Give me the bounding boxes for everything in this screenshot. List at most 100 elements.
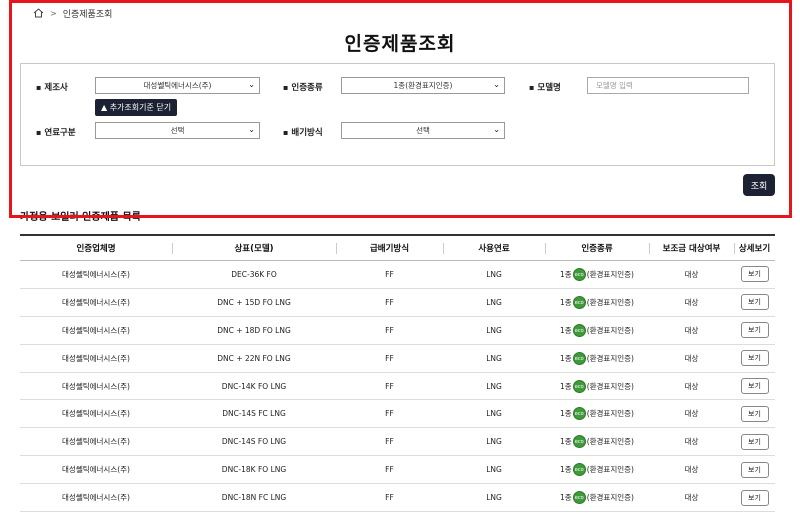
exhaust-select-value: 선택 (416, 126, 430, 135)
fuel-label: 연료구분 (36, 126, 75, 138)
header-subsidy: 보조금 대상여부 (649, 234, 734, 261)
cert-prefix: 1종 (560, 297, 572, 307)
cert-cell: 1종 eco (환경표지인증) (545, 372, 649, 401)
eco-label-icon: eco (572, 491, 586, 505)
fuel-cell: LNG (443, 483, 545, 513)
view-button[interactable]: 보기 (740, 461, 769, 478)
model-cell: DNC + 22N FO LNG (172, 344, 336, 373)
subsidy-cell: 대상 (649, 316, 734, 345)
detail-cell: 보기 (734, 288, 775, 317)
company-cell: 대성쎌틱에너시스(주) (20, 372, 172, 401)
subsidy-cell: 대상 (649, 372, 734, 401)
exhaust-cell: FF (336, 344, 443, 373)
cert-type-select[interactable]: 1종(환경표지인증) ⌄ (341, 77, 505, 94)
company-cell: 대성쎌틱에너시스(주) (20, 483, 172, 513)
exhaust-cell: FF (336, 316, 443, 345)
model-name-input[interactable]: 모델명 입력 (587, 77, 749, 94)
fuel-cell: LNG (443, 260, 545, 289)
company-cell: 대성쎌틱에너시스(주) (20, 455, 172, 485)
view-button[interactable]: 보기 (740, 378, 769, 394)
view-button[interactable]: 보기 (740, 405, 769, 422)
eco-label-icon: eco (572, 267, 586, 281)
exhaust-cell: FF (336, 288, 443, 317)
company-cell: 대성쎌틱에너시스(주) (20, 260, 172, 289)
maker-select-value: 대성쎌틱에너시스(주) (143, 81, 212, 90)
breadcrumb: > 인증제품조회 (33, 6, 112, 20)
cert-name: (환경표지인증) (586, 353, 634, 363)
table-row: 대성쎌틱에너시스(주) DNC-14S FC LNG FF LNG 1종 eco(… (20, 399, 775, 429)
cert-cell: 1종 eco (환경표지인증) (545, 316, 649, 345)
model-cell: DNC-18K FO LNG (172, 455, 336, 485)
eco-label-icon: eco (572, 379, 586, 393)
fuel-cell: LNG (443, 455, 545, 485)
company-cell: 대성쎌틱에너시스(주) (20, 427, 172, 457)
cert-prefix: 1종 (560, 409, 572, 419)
view-button[interactable]: 보기 (740, 294, 769, 311)
view-button[interactable]: 보기 (740, 266, 769, 283)
cert-name: (환경표지인증) (586, 381, 634, 391)
cert-name: (환경표지인증) (586, 297, 634, 307)
exhaust-cell: FF (336, 260, 443, 289)
model-cell: DNC + 18D FO LNG (172, 316, 336, 345)
product-table: 인증업체명 상표(모델) 급배기방식 사용연료 인증종류 보조금 대상여부 상세… (20, 234, 775, 513)
cert-type-select-value: 1종(환경표지인증) (393, 81, 453, 90)
table-row: 대성쎌틱에너시스(주) DNC-18N FC LNG FF LNG 1종 eco(… (20, 483, 775, 513)
cert-cell: 1종 eco (환경표지인증) (545, 399, 649, 429)
eco-label-icon: eco (572, 295, 586, 309)
table-row: 대성쎌틱에너시스(주) DEC-36K FO FF LNG 1종 eco (환경표지… (20, 260, 775, 289)
cert-name: (환경표지인증) (586, 325, 634, 335)
header-exhaust: 급배기방식 (336, 234, 443, 261)
page-title: 인증제품조회 (344, 33, 456, 55)
breadcrumb-current[interactable]: 인증제품조회 (63, 7, 113, 20)
model-cell: DNC-14S FO LNG (172, 427, 336, 457)
subsidy-cell: 대상 (649, 399, 734, 429)
fuel-cell: LNG (443, 399, 545, 429)
search-button[interactable]: 조회 (743, 174, 775, 196)
cert-name: (환경표지인증) (586, 465, 634, 475)
cert-type-label: 인증종류 (283, 81, 322, 93)
cert-prefix: 1종 (560, 493, 572, 503)
eco-label-icon: eco (572, 435, 586, 449)
maker-select[interactable]: 대성쎌틱에너시스(주) ⌄ (95, 77, 260, 94)
cert-name: (환경표지인증) (586, 437, 634, 447)
fuel-cell: LNG (443, 344, 545, 373)
subsidy-cell: 대상 (649, 288, 734, 317)
table-header-row: 인증업체명 상표(모델) 급배기방식 사용연료 인증종류 보조금 대상여부 상세… (20, 234, 775, 261)
cert-name: (환경표지인증) (586, 409, 634, 419)
cert-cell: 1종 eco (환경표지인증) (545, 260, 649, 289)
exhaust-cell: FF (336, 483, 443, 513)
subsidy-cell: 대상 (649, 260, 734, 289)
cert-name: (환경표지인증) (586, 269, 634, 279)
model-label: 모델명 (529, 81, 560, 93)
exhaust-cell: FF (336, 427, 443, 457)
chevron-down-icon: ⌄ (248, 125, 255, 134)
exhaust-cell: FF (336, 455, 443, 485)
eco-label-icon: eco (572, 407, 586, 421)
table-row: 대성쎌틱에너시스(주) DNC + 18D FO LNG FF LNG 1종 ec… (20, 316, 775, 345)
list-title: 가정용 보일러 인증제품 목록 (20, 212, 141, 223)
header-cert-type: 인증종류 (545, 234, 649, 261)
maker-label: 제조사 (36, 81, 67, 93)
view-button[interactable]: 보기 (740, 322, 769, 339)
cert-cell: 1종 eco (환경표지인증) (545, 455, 649, 485)
eco-label-icon: eco (572, 323, 586, 337)
cert-cell: 1종 eco (환경표지인증) (545, 288, 649, 317)
company-cell: 대성쎌틱에너시스(주) (20, 344, 172, 373)
view-button[interactable]: 보기 (740, 433, 769, 450)
home-icon[interactable] (33, 8, 44, 18)
header-company: 인증업체명 (20, 234, 172, 261)
exhaust-label: 배기방식 (283, 126, 322, 138)
table-row: 대성쎌틱에너시스(주) DNC-18K FO LNG FF LNG 1종 eco(… (20, 455, 775, 485)
view-button[interactable]: 보기 (740, 350, 769, 367)
exhaust-select[interactable]: 선택 ⌄ (341, 122, 505, 139)
fuel-select[interactable]: 선택 ⌄ (95, 122, 260, 139)
subsidy-cell: 대상 (649, 344, 734, 373)
model-cell: DNC-14K FO LNG (172, 372, 336, 401)
exhaust-cell: FF (336, 399, 443, 429)
fuel-cell: LNG (443, 427, 545, 457)
view-button[interactable]: 보기 (740, 489, 769, 506)
chevron-down-icon: ⌄ (248, 80, 255, 89)
detail-cell: 보기 (734, 483, 775, 513)
cert-prefix: 1종 (560, 325, 572, 335)
toggle-extra-filters-button[interactable]: ▲ 추가조회기준 닫기 (95, 99, 178, 116)
